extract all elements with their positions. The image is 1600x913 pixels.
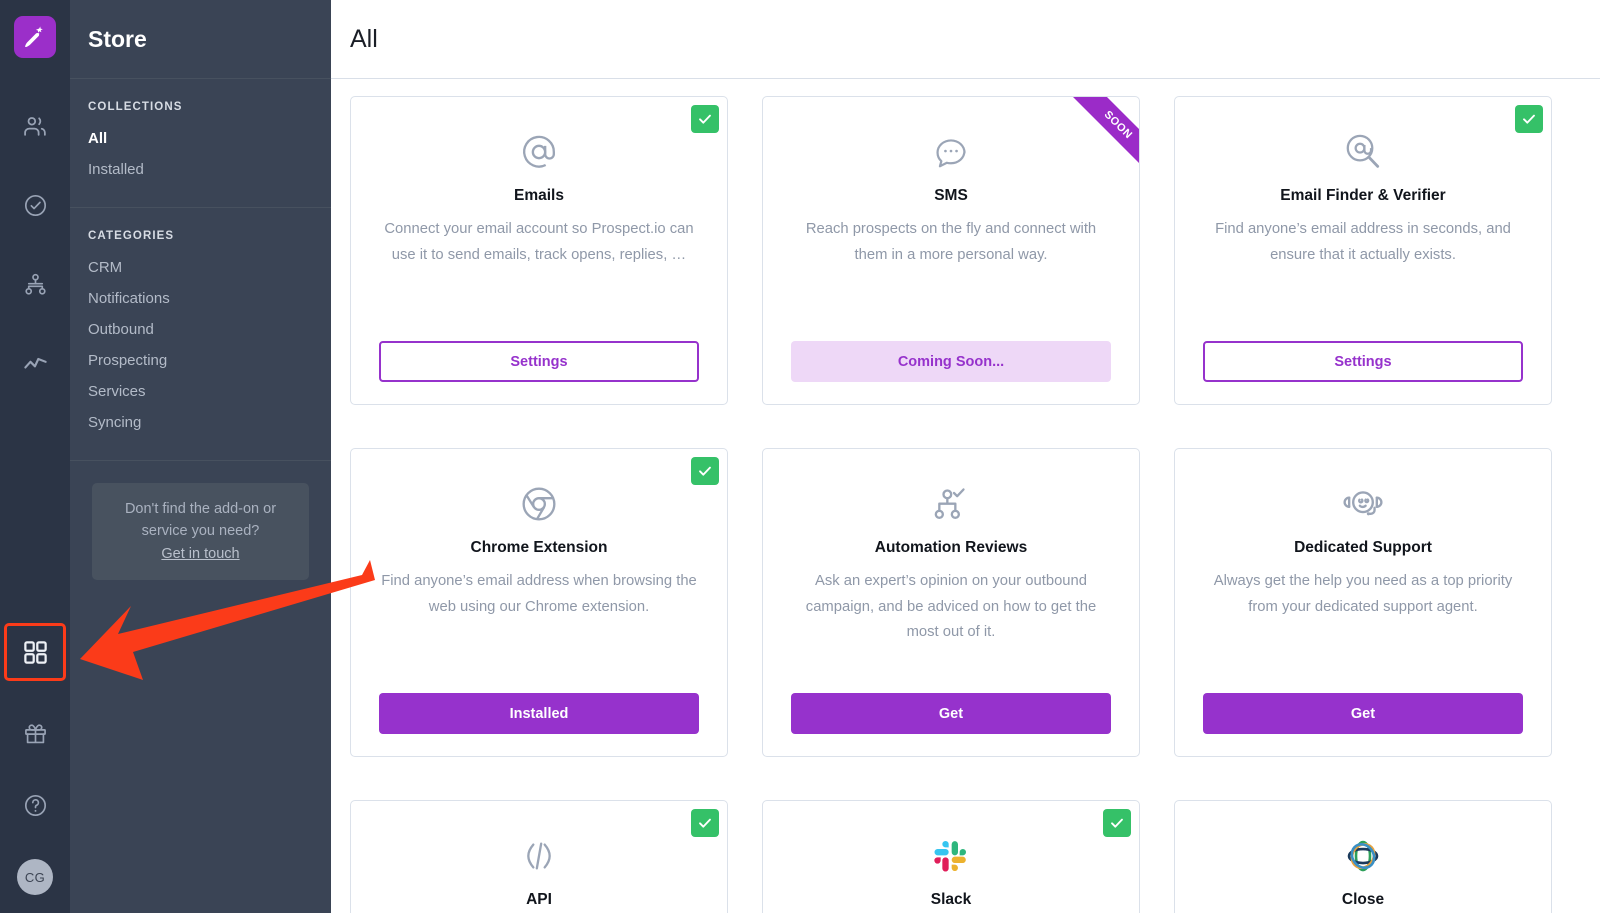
sidebar-heading-categories: CATEGORIES: [88, 230, 175, 242]
card-description: Connect your email account so Prospect.i…: [384, 221, 694, 263]
store-icon[interactable]: [4, 623, 66, 681]
chrome-icon: [519, 479, 559, 529]
sidebar-item-notifications[interactable]: Notifications: [70, 283, 331, 314]
store-card-emails[interactable]: Emails Connect your email account so Pro…: [350, 96, 728, 405]
help-question-icon[interactable]: [17, 787, 53, 823]
card-title: Automation Reviews: [874, 539, 1028, 556]
sidebar-item-crm[interactable]: CRM: [70, 252, 331, 283]
store-sidebar: Store COLLECTIONS All Installed CATEGORI…: [70, 0, 331, 913]
installed-button[interactable]: Installed: [379, 693, 699, 734]
card-description: Always get the help you need as a top pr…: [1213, 573, 1513, 615]
card-description: Find anyone’s email address in seconds, …: [1215, 221, 1511, 263]
get-in-touch-link[interactable]: Get in touch: [161, 546, 239, 562]
sidebar-title: Store: [70, 0, 331, 79]
sidebar-heading-collections: COLLECTIONS: [88, 101, 183, 113]
card-description: Reach prospects on the fly and connect w…: [805, 221, 1097, 263]
carrot-logo-icon[interactable]: [14, 16, 56, 58]
slack-icon: [931, 831, 971, 881]
sidebar-item-outbound[interactable]: Outbound: [70, 314, 331, 345]
store-card-dedicated-support[interactable]: Dedicated Support Always get the help yo…: [1174, 448, 1552, 757]
installed-badge: [691, 105, 719, 133]
installed-badge: [1515, 105, 1543, 133]
settings-button[interactable]: Settings: [379, 341, 699, 382]
sidebar-item-services[interactable]: Services: [70, 376, 331, 407]
installed-badge: [691, 809, 719, 837]
main-content: All Emails Connect your email account so…: [331, 0, 1600, 913]
store-card-close[interactable]: Close: [1174, 800, 1552, 913]
main-header: All: [331, 0, 1600, 79]
store-card-sms[interactable]: SOON SMS Reach prospects on the fly and …: [762, 96, 1140, 405]
store-page: CG Store COLLECTIONS All Installed CATEG…: [0, 0, 1600, 913]
email-search-icon: [1342, 127, 1384, 177]
promo-line-1: Don't find the add-on or: [124, 501, 277, 517]
headset-support-icon: [1342, 479, 1384, 529]
contacts-icon[interactable]: [17, 108, 53, 144]
reports-line-chart-icon[interactable]: [17, 345, 53, 381]
gift-icon[interactable]: [17, 715, 53, 751]
chat-bubble-icon: [932, 127, 970, 177]
store-card-automation-reviews[interactable]: Automation Reviews Ask an expert’s opini…: [762, 448, 1140, 757]
card-title: Dedicated Support: [1294, 539, 1432, 556]
soon-ribbon-label: SOON: [1060, 97, 1139, 183]
promo-box: Don't find the add-on or service you nee…: [92, 483, 309, 581]
sidebar-section-categories: CATEGORIES CRM Notifications Outbound Pr…: [70, 208, 331, 461]
get-button[interactable]: Get: [791, 693, 1111, 734]
code-brackets-icon: [519, 831, 559, 881]
store-card-api[interactable]: API: [350, 800, 728, 913]
card-title: SMS: [934, 187, 968, 204]
soon-ribbon: SOON: [1047, 97, 1139, 189]
coming-soon-button: Coming Soon...: [791, 341, 1111, 382]
installed-badge: [1103, 809, 1131, 837]
get-button[interactable]: Get: [1203, 693, 1523, 734]
store-card-grid: Emails Connect your email account so Pro…: [331, 79, 1600, 913]
rail-primary-icons: [17, 108, 53, 381]
installed-badge: [691, 457, 719, 485]
card-title: Chrome Extension: [470, 539, 608, 556]
app-icon-rail: CG: [0, 0, 70, 913]
card-description: Ask an expert’s opinion on your outbound…: [805, 573, 1097, 641]
sidebar-section-collections: COLLECTIONS All Installed: [70, 79, 331, 208]
store-card-slack[interactable]: Slack: [762, 800, 1140, 913]
card-title: API: [526, 891, 552, 908]
tasks-check-circle-icon[interactable]: [17, 187, 53, 223]
card-title: Emails: [514, 187, 564, 204]
page-title: All: [350, 24, 378, 53]
store-card-chrome-extension[interactable]: Chrome Extension Find anyone’s email add…: [350, 448, 728, 757]
campaigns-sitemap-icon[interactable]: [17, 266, 53, 302]
sidebar-item-all[interactable]: All: [70, 123, 331, 154]
user-avatar[interactable]: CG: [17, 859, 53, 895]
close-crm-icon: [1342, 831, 1384, 881]
sidebar-item-installed[interactable]: Installed: [70, 154, 331, 185]
sidebar-item-syncing[interactable]: Syncing: [70, 407, 331, 438]
card-title: Slack: [930, 891, 972, 908]
card-title: Close: [1341, 891, 1385, 908]
store-card-email-finder-verifier[interactable]: Email Finder & Verifier Find anyone’s em…: [1174, 96, 1552, 405]
sitemap-check-icon: [931, 479, 971, 529]
at-sign-icon: [519, 127, 559, 177]
settings-button[interactable]: Settings: [1203, 341, 1523, 382]
card-description: Find anyone’s email address when browsin…: [381, 573, 697, 615]
card-title: Email Finder & Verifier: [1280, 187, 1446, 204]
rail-bottom-icons: CG: [0, 715, 70, 895]
sidebar-item-prospecting[interactable]: Prospecting: [70, 345, 331, 376]
promo-line-2: service you need?: [141, 523, 260, 540]
store-rail-slot: [4, 623, 66, 681]
